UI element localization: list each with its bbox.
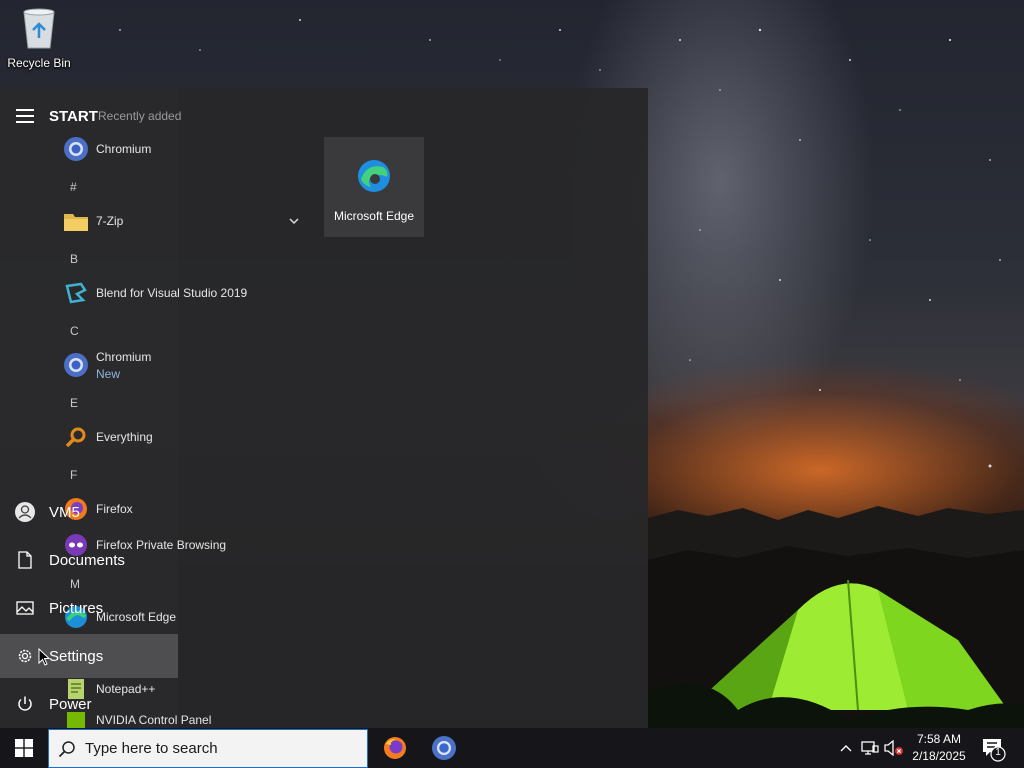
rail-pictures[interactable]: Pictures xyxy=(0,586,178,630)
section-header-f: F xyxy=(70,468,78,482)
app-7zip[interactable]: 7-Zip xyxy=(60,205,310,237)
section-header-hash: # xyxy=(70,180,77,194)
app-chromium[interactable]: Chromium New xyxy=(60,349,310,381)
taskbar: Type here to search 7:58 AM 2/18/2025 1 xyxy=(0,728,1024,768)
chevron-up-icon[interactable] xyxy=(836,738,856,758)
recycle-bin-label: Recycle Bin xyxy=(7,56,71,70)
blend-icon xyxy=(62,279,90,307)
start-menu: START Recently added Chromium # 7-Zip B … xyxy=(0,88,648,728)
recycle-bin-shortcut[interactable]: Recycle Bin xyxy=(4,6,74,78)
chevron-down-icon[interactable] xyxy=(288,216,300,226)
document-icon xyxy=(0,538,50,582)
tent-illustration xyxy=(648,579,1024,728)
volume-muted-icon[interactable] xyxy=(884,738,904,758)
app-blend[interactable]: Blend for Visual Studio 2019 xyxy=(60,277,310,309)
chromium-icon xyxy=(62,135,90,163)
chromium-icon xyxy=(432,736,456,760)
folder-icon xyxy=(62,207,90,235)
tile-label: Microsoft Edge xyxy=(333,209,415,223)
rail-documents[interactable]: Documents xyxy=(0,538,178,582)
notification-count: 1 xyxy=(995,747,1001,758)
mouse-cursor-icon xyxy=(38,648,50,666)
chromium-icon xyxy=(62,351,90,379)
recycle-bin-icon xyxy=(23,8,55,49)
windows-logo-icon xyxy=(15,739,33,757)
section-header-c: C xyxy=(70,324,79,338)
app-list: Recently added Chromium # 7-Zip B Blend … xyxy=(60,88,320,728)
app-everything[interactable]: Everything xyxy=(60,421,310,453)
notification-center-button[interactable]: 1 xyxy=(978,734,1008,762)
hamburger-menu-icon[interactable] xyxy=(16,109,34,123)
start-title: START xyxy=(49,108,98,125)
app-chromium-recent[interactable]: Chromium xyxy=(60,133,310,165)
tile-microsoft-edge[interactable]: Microsoft Edge xyxy=(324,137,424,237)
network-icon[interactable] xyxy=(860,738,880,758)
rail-user-account[interactable]: VM5 xyxy=(0,490,178,534)
firefox-icon xyxy=(384,737,406,759)
rail-power[interactable]: Power xyxy=(0,682,178,726)
taskbar-firefox[interactable] xyxy=(371,728,419,768)
magnifier-icon xyxy=(62,423,90,451)
user-avatar-icon xyxy=(0,490,50,534)
section-header-b: B xyxy=(70,252,79,266)
picture-icon xyxy=(0,586,50,630)
app-new-badge: New xyxy=(96,366,121,381)
taskbar-chromium[interactable] xyxy=(420,728,468,768)
start-button[interactable] xyxy=(0,728,48,768)
taskbar-search-box[interactable]: Type here to search xyxy=(48,729,368,768)
rail-settings[interactable]: Settings xyxy=(0,634,178,678)
search-placeholder: Type here to search xyxy=(85,740,218,757)
taskbar-clock[interactable]: 7:58 AM 2/18/2025 xyxy=(906,731,972,765)
section-header-e: E xyxy=(70,396,79,410)
app-chromium-label: Chromium xyxy=(96,349,152,364)
clock-time: 7:58 AM xyxy=(916,732,962,746)
edge-icon xyxy=(358,160,390,192)
clock-date: 2/18/2025 xyxy=(912,749,966,763)
search-icon xyxy=(49,740,85,758)
recently-added-header: Recently added xyxy=(98,109,182,123)
power-icon xyxy=(0,682,50,726)
